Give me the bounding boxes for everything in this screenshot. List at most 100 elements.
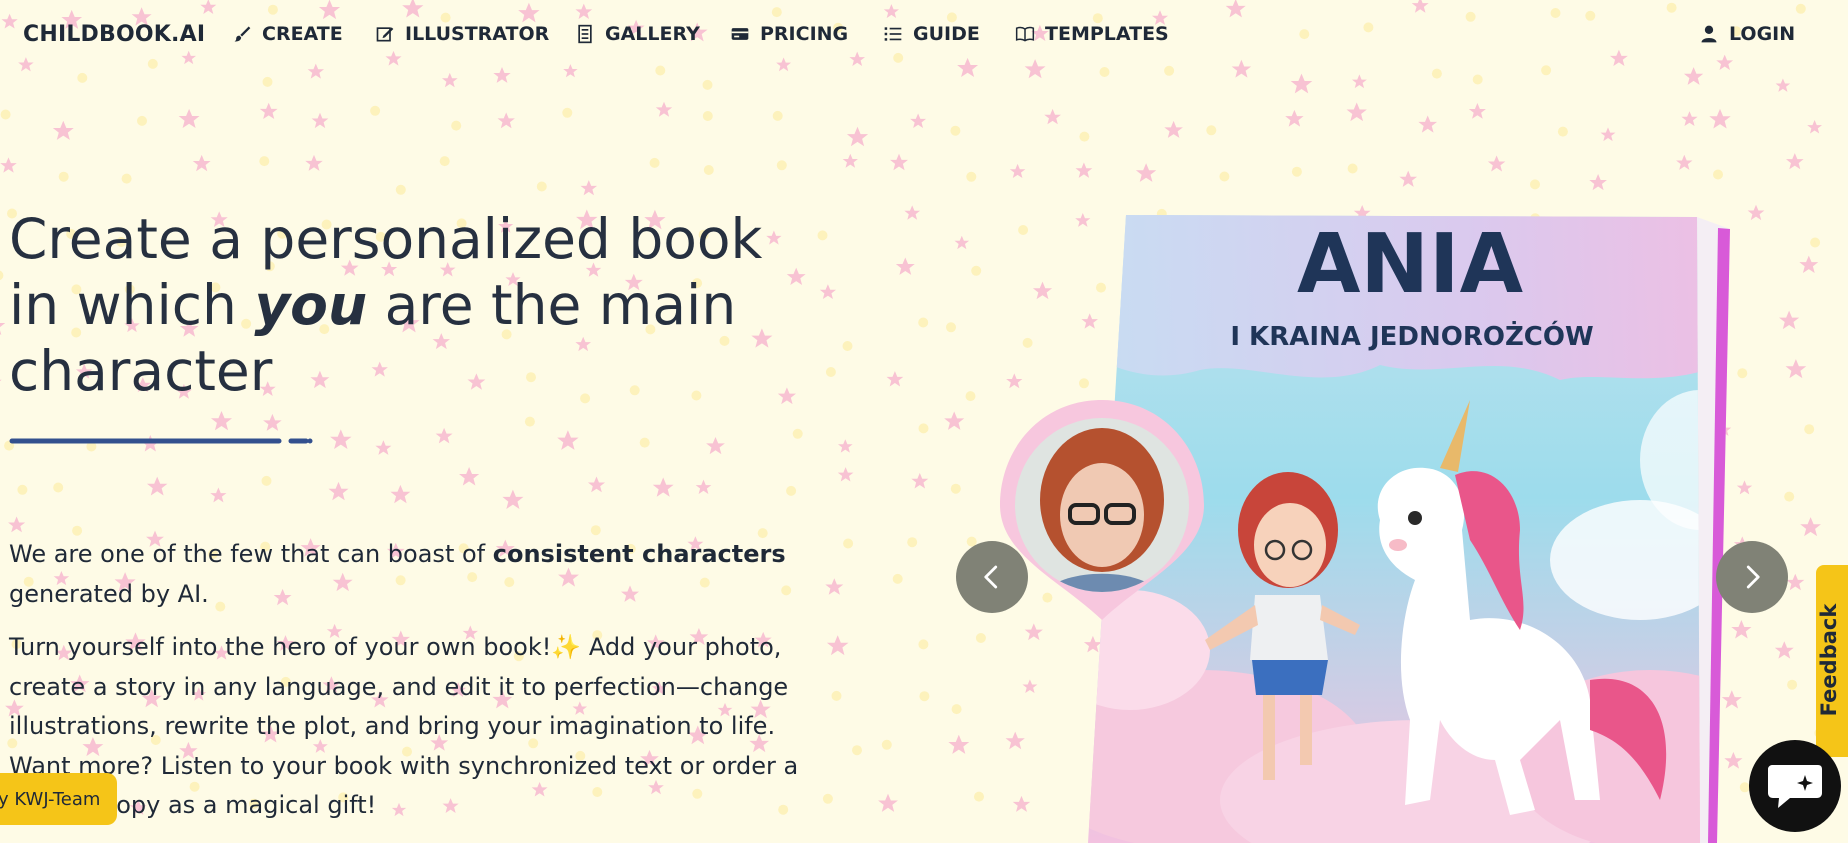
book-title: ANIA xyxy=(1297,217,1524,312)
chat-button[interactable] xyxy=(1749,740,1841,832)
nav-pricing[interactable]: PRICING xyxy=(730,23,848,45)
background-star xyxy=(878,793,898,812)
background-dot xyxy=(649,157,660,168)
nav-guide-label: GUIDE xyxy=(913,23,980,45)
background-dot xyxy=(1206,125,1217,136)
nav-gallery-label: GALLERY xyxy=(605,23,700,45)
background-star xyxy=(1075,162,1093,178)
background-star xyxy=(706,436,725,455)
background-star xyxy=(1600,127,1616,142)
background-star xyxy=(311,112,329,129)
background-star xyxy=(1709,108,1731,129)
background-star xyxy=(435,427,453,444)
background-star xyxy=(1774,641,1794,659)
background-dot xyxy=(261,475,272,486)
background-star xyxy=(895,257,915,275)
top-navigation: CHILDBOOK.AI CREATE ILLUSTRATOR GALLERY … xyxy=(0,0,1848,74)
background-dot xyxy=(58,171,69,182)
background-star xyxy=(954,235,970,250)
book-cover-image: ANIA I KRAINA JEDNOROŻCÓW xyxy=(1000,215,1730,843)
nav-guide[interactable]: GUIDE xyxy=(883,23,980,45)
background-star xyxy=(1487,155,1506,172)
feedback-label[interactable]: Feedback xyxy=(1817,604,1841,717)
brand-logo[interactable]: CHILDBOOK.AI xyxy=(23,22,205,47)
carousel-prev-button[interactable] xyxy=(956,541,1028,613)
background-star xyxy=(1785,359,1807,379)
background-dot xyxy=(1530,179,1540,190)
nav-templates[interactable]: TEMPLATES xyxy=(1015,23,1169,45)
background-dot xyxy=(918,317,929,328)
kwj-team-label: y KWJ-Team xyxy=(0,788,101,810)
background-dot xyxy=(639,437,650,448)
background-dot xyxy=(0,109,11,120)
background-dot xyxy=(843,538,854,549)
background-star xyxy=(210,487,227,503)
background-star xyxy=(904,205,921,220)
nav-illustrator-label: ILLUSTRATOR xyxy=(405,23,550,45)
background-star xyxy=(838,439,853,453)
background-star xyxy=(911,472,929,489)
background-star xyxy=(263,413,282,431)
background-dot xyxy=(536,181,547,192)
nav-create-label: CREATE xyxy=(262,23,343,45)
background-star xyxy=(1775,78,1791,92)
background-star xyxy=(655,101,673,117)
login-label: LOGIN xyxy=(1729,23,1796,45)
background-star xyxy=(0,372,2,392)
background-dot xyxy=(842,341,853,351)
background-star xyxy=(1351,74,1367,89)
background-dot xyxy=(950,483,961,494)
nav-illustrator[interactable]: ILLUSTRATOR xyxy=(375,23,549,45)
background-star xyxy=(944,411,965,430)
background-dot xyxy=(1472,74,1483,85)
background-star xyxy=(1009,163,1026,179)
background-star xyxy=(8,516,26,533)
background-dot xyxy=(946,322,956,333)
nav-create[interactable]: CREATE xyxy=(232,23,343,45)
book-cover-carousel: ANIA I KRAINA JEDNOROŻCÓW xyxy=(1000,200,1760,843)
background-star xyxy=(441,72,458,88)
hero-title: Create a personalized book in which you … xyxy=(9,206,829,404)
intro-highlight: consistent characters xyxy=(492,540,786,568)
background-star xyxy=(497,112,515,129)
background-star xyxy=(886,371,904,387)
background-star xyxy=(1681,111,1698,127)
background-star xyxy=(652,477,674,497)
background-dot xyxy=(590,525,601,536)
background-star xyxy=(259,102,278,120)
background-dot xyxy=(950,125,961,136)
background-star xyxy=(1290,73,1313,94)
background-dot xyxy=(918,423,929,434)
carousel-next-button[interactable] xyxy=(1716,541,1788,613)
background-dot xyxy=(259,156,270,167)
hero-title-emphasis: you xyxy=(254,273,368,337)
background-dot xyxy=(971,265,982,276)
background-dot xyxy=(1810,237,1821,248)
background-dot xyxy=(562,107,573,118)
book-open-icon xyxy=(1015,26,1035,42)
background-dot xyxy=(1804,424,1815,435)
background-star xyxy=(1785,153,1804,170)
background-dot xyxy=(524,416,535,427)
description-paragraph: Turn yourself into the hero of your own … xyxy=(9,633,799,819)
background-star xyxy=(1164,120,1183,138)
background-star xyxy=(390,484,411,504)
background-star xyxy=(695,479,712,495)
background-star xyxy=(1285,109,1304,127)
chat-bubble-icon xyxy=(1768,765,1822,808)
chevron-left-icon xyxy=(984,565,998,589)
background-dot xyxy=(892,573,903,584)
kwj-team-badge[interactable]: y KWJ-Team xyxy=(0,773,117,825)
background-dot xyxy=(831,690,842,701)
list-icon xyxy=(884,27,902,41)
nav-gallery[interactable]: GALLERY xyxy=(575,23,700,45)
background-star xyxy=(1800,517,1821,537)
background-dot xyxy=(792,428,803,439)
background-star xyxy=(557,430,579,450)
background-dot xyxy=(77,72,88,83)
background-star xyxy=(146,476,168,496)
credit-card-icon xyxy=(731,28,749,40)
background-dot xyxy=(852,745,862,756)
login-button[interactable]: LOGIN xyxy=(1699,23,1795,45)
background-dot xyxy=(966,171,977,182)
